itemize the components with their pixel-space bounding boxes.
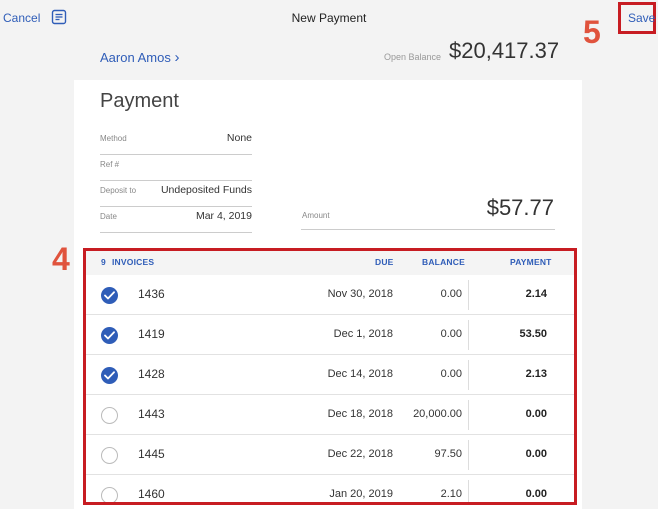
invoice-due-date: Dec 14, 2018 (327, 368, 393, 380)
invoice-balance: 2.10 (440, 488, 462, 500)
invoice-count: 9 (101, 257, 106, 267)
invoice-row[interactable]: 1419 Dec 1, 2018 0.00 53.50 (86, 315, 574, 355)
invoice-payment-input[interactable]: 53.50 (519, 328, 547, 340)
date-field[interactable]: Date Mar 4, 2019 (100, 207, 252, 233)
invoice-row[interactable]: 1443 Dec 18, 2018 20,000.00 0.00 (86, 395, 574, 435)
column-divider (468, 280, 469, 310)
unchecked-circle-icon[interactable] (101, 407, 118, 424)
save-button[interactable]: Save (628, 11, 655, 25)
invoice-number: 1428 (138, 367, 165, 381)
unchecked-circle-icon[interactable] (101, 447, 118, 464)
invoice-due-date: Dec 18, 2018 (327, 408, 393, 420)
chevron-right-icon: › (174, 49, 180, 66)
invoice-due-date: Dec 22, 2018 (327, 448, 393, 460)
customer-link[interactable]: Aaron Amos › (100, 49, 179, 66)
field-label: Method (100, 134, 127, 143)
invoice-due-date: Dec 1, 2018 (333, 328, 393, 340)
invoice-number: 1445 (138, 447, 165, 461)
invoices-table: 9 INVOICES DUE BALANCE PAYMENT 1436 Nov 3… (83, 248, 577, 505)
ref-field[interactable]: Ref # (100, 155, 252, 181)
invoice-row[interactable]: 1436 Nov 30, 2018 0.00 2.14 (86, 275, 574, 315)
column-divider (468, 480, 469, 502)
invoice-due-date: Nov 30, 2018 (327, 288, 393, 300)
column-divider (468, 440, 469, 470)
page-title: New Payment (291, 11, 367, 25)
open-balance-label: Open Balance (384, 52, 442, 62)
invoice-row[interactable]: 1445 Dec 22, 2018 97.50 0.00 (86, 435, 574, 475)
field-value: Mar 4, 2019 (195, 210, 252, 222)
invoice-number: 1443 (138, 407, 165, 421)
checked-circle-icon[interactable] (101, 327, 118, 344)
invoice-payment-input[interactable]: 0.00 (526, 448, 547, 460)
deposit-to-field[interactable]: Deposit to Undeposited Funds (100, 181, 252, 207)
invoice-payment-input[interactable]: 2.14 (526, 288, 547, 300)
invoice-number: 1436 (138, 287, 165, 301)
invoice-payment-input[interactable]: 2.13 (526, 368, 547, 380)
invoices-table-header: 9 INVOICES DUE BALANCE PAYMENT (86, 251, 574, 275)
method-field[interactable]: Method None (100, 129, 252, 155)
checked-circle-icon[interactable] (101, 367, 118, 384)
checked-circle-icon[interactable] (101, 287, 118, 304)
field-label: Ref # (100, 160, 120, 169)
step-callout-5: 5 (583, 14, 601, 50)
field-value: Undeposited Funds (160, 184, 252, 196)
amount-value: $57.77 (486, 195, 554, 220)
column-divider (468, 360, 469, 390)
due-column-header: DUE (375, 257, 394, 267)
field-value: None (226, 132, 252, 144)
invoice-payment-input[interactable]: 0.00 (526, 488, 547, 500)
invoice-balance: 0.00 (440, 368, 462, 380)
amount-field[interactable]: Amount $57.77 (301, 195, 555, 230)
column-divider (468, 320, 469, 350)
invoice-balance: 0.00 (440, 288, 462, 300)
invoice-row[interactable]: 1460 Jan 20, 2019 2.10 0.00 (86, 475, 574, 502)
top-bar: Cancel New Payment (0, 0, 658, 36)
step-callout-4: 4 (52, 241, 70, 277)
field-label: Deposit to (100, 186, 137, 195)
open-balance-value: $20,417.37 (449, 38, 560, 63)
customer-name: Aaron Amos (100, 50, 171, 65)
field-label: Date (100, 212, 117, 221)
invoice-balance: 0.00 (440, 328, 462, 340)
unchecked-circle-icon[interactable] (101, 487, 118, 502)
payment-column-header: PAYMENT (510, 257, 552, 267)
payment-title: Payment (100, 90, 179, 112)
invoices-column-header: INVOICES (112, 257, 155, 267)
balance-column-header: BALANCE (422, 257, 465, 267)
invoice-balance: 20,000.00 (413, 408, 462, 420)
invoice-row[interactable]: 1428 Dec 14, 2018 0.00 2.13 (86, 355, 574, 395)
column-divider (468, 400, 469, 430)
invoice-payment-input[interactable]: 0.00 (526, 408, 547, 420)
amount-label: Amount (302, 211, 330, 220)
invoice-number: 1460 (138, 487, 165, 501)
invoice-balance: 97.50 (434, 448, 462, 460)
invoice-due-date: Jan 20, 2019 (329, 488, 393, 500)
invoice-number: 1419 (138, 327, 165, 341)
